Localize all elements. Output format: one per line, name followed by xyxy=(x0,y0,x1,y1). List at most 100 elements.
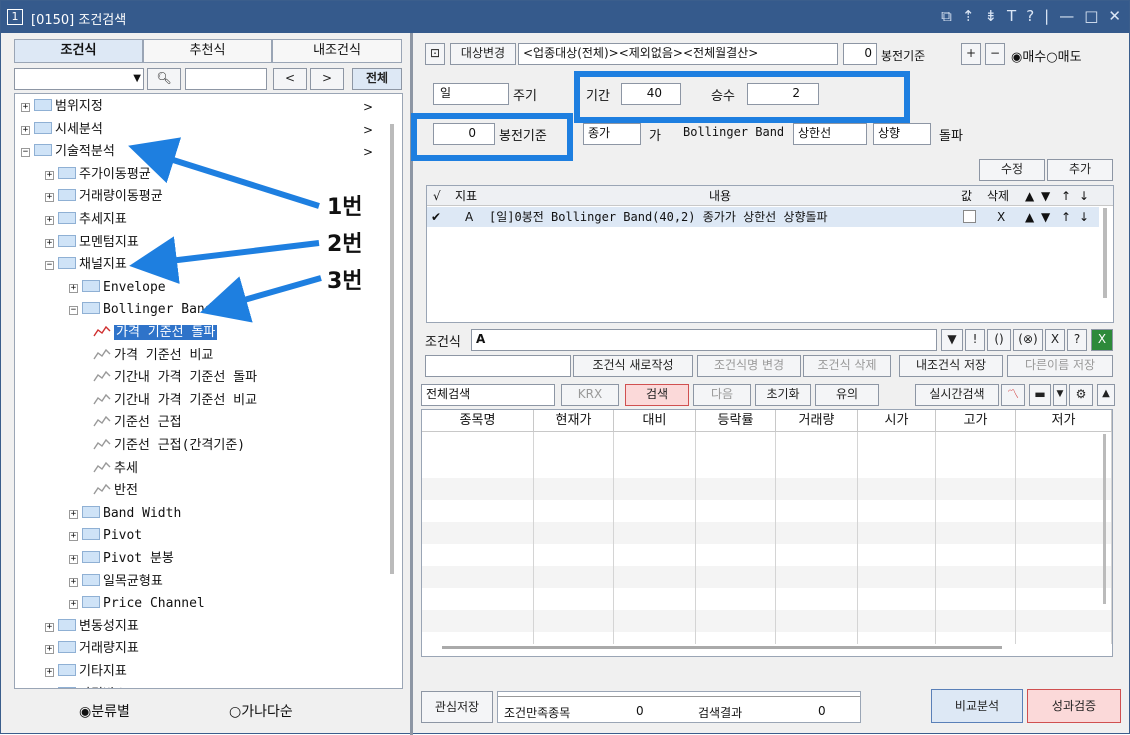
price-select[interactable]: 종가 xyxy=(583,123,641,145)
tree-item[interactable]: − 기술적분석 xyxy=(21,141,115,163)
result-column-header[interactable]: 종목명 xyxy=(422,410,534,432)
tree-item[interactable]: + Price Channel xyxy=(69,593,205,615)
restore-icon[interactable]: ⧉ xyxy=(941,7,952,25)
radio-category[interactable]: ◉분류별 xyxy=(79,701,130,721)
result-hscrollbar[interactable] xyxy=(442,646,1002,649)
collapse-icon[interactable]: − xyxy=(45,261,54,271)
tree-item[interactable]: + 추세지표 xyxy=(45,209,127,231)
expand-icon[interactable]: + xyxy=(69,555,78,564)
expand-icon[interactable]: + xyxy=(69,577,78,587)
result-vscrollbar[interactable] xyxy=(1103,434,1106,604)
chevron-right-icon[interactable]: > xyxy=(363,119,373,141)
notice-button[interactable]: 유의 xyxy=(815,384,879,406)
expand-icon[interactable]: + xyxy=(21,125,30,135)
tree-item[interactable]: +가격박스 xyxy=(45,684,127,688)
result-column-header[interactable]: 저가 xyxy=(1016,410,1112,432)
rename-formula-button[interactable]: 조건식명 변경 xyxy=(697,355,801,377)
expand-icon[interactable]: + xyxy=(69,600,78,610)
save-my-condition-button[interactable]: 내조건식 저장 xyxy=(899,355,1003,377)
row-top[interactable]: ↑ xyxy=(1061,207,1071,227)
target-field[interactable]: <업종대상(전체)><제외없음><전체월결산> xyxy=(518,43,838,65)
tree-item[interactable]: 가격 기준선 돌파 xyxy=(93,322,218,344)
line-select[interactable]: 상한선 xyxy=(793,123,867,145)
tree-item[interactable]: + 일목균형표 xyxy=(69,571,163,593)
formula-op-not[interactable]: ! xyxy=(965,329,985,351)
days-input[interactable]: 40 xyxy=(621,83,681,105)
tree-item[interactable]: 기간내 가격 기준선 돌파 xyxy=(93,367,257,389)
tree-item[interactable]: + 거래량이동평균 xyxy=(45,186,163,208)
row-down[interactable]: ▼ xyxy=(1041,207,1050,227)
help-icon[interactable]: ? xyxy=(1026,7,1034,25)
condition-tree[interactable]: + 범위지정 > + 시세분석 > − 기술적분석 > + 주가이동평균 + 거래량이동평균 + 추세지표 +… xyxy=(14,93,403,689)
expand-icon[interactable]: + xyxy=(45,216,54,225)
all-button[interactable]: 전체 xyxy=(352,68,402,90)
candle-offset-input[interactable]: 0 xyxy=(843,43,877,65)
tree-item[interactable]: + 기타지표 xyxy=(45,661,127,683)
performance-verify-button[interactable]: 성과검증 xyxy=(1027,689,1121,723)
table-row[interactable]: ✔ A [일]0봉전 Bollinger Band(40,2) 종가가 상한선 … xyxy=(427,207,1099,227)
tree-item[interactable]: 가격 기준선 비교 xyxy=(93,345,213,367)
expand-icon[interactable]: + xyxy=(45,193,54,203)
add-button[interactable]: 추가 xyxy=(1047,159,1113,181)
result-column-header[interactable]: 등락률 xyxy=(696,410,776,432)
tree-item[interactable]: + 범위지정 xyxy=(21,96,103,118)
tree-item[interactable]: 반전 xyxy=(93,480,138,502)
expand-icon[interactable]: + xyxy=(45,238,54,248)
new-formula-button[interactable]: 조건식 새로작성 xyxy=(573,355,693,377)
tree-item[interactable]: 기간내 가격 기준선 비교 xyxy=(93,390,257,412)
expand-icon[interactable]: + xyxy=(21,103,30,112)
pin2-icon[interactable]: ⇟ xyxy=(984,7,997,25)
chevron-down-icon[interactable]: ▼ xyxy=(1053,384,1067,406)
chevron-right-icon[interactable]: > xyxy=(363,141,373,163)
formula-op-help[interactable]: ? xyxy=(1067,329,1087,351)
tree-item[interactable]: + 모멘텀지표 xyxy=(45,232,139,254)
reset-button[interactable]: 초기화 xyxy=(755,384,811,406)
tab-condition[interactable]: 조건식 xyxy=(14,39,143,63)
result-column-header[interactable]: 현재가 xyxy=(534,410,614,432)
expand-icon[interactable]: + xyxy=(45,668,54,677)
tree-item[interactable]: 기준선 근접 xyxy=(93,412,182,434)
multiplier-input[interactable]: 2 xyxy=(747,83,819,105)
buy-sell-radios[interactable]: ◉매수○매도 xyxy=(1011,46,1082,65)
tree-item[interactable]: + 시세분석 xyxy=(21,119,103,141)
pin-icon[interactable]: ⇡ xyxy=(962,7,975,25)
radio-alphabetical[interactable]: ○가나다순 xyxy=(229,701,293,721)
category-combo[interactable]: ▼ xyxy=(14,68,144,90)
search-input[interactable] xyxy=(185,68,267,90)
row-delete[interactable]: X xyxy=(997,207,1005,227)
result-column-header[interactable]: 거래량 xyxy=(776,410,858,432)
result-column-header[interactable]: 시가 xyxy=(858,410,936,432)
tree-item[interactable]: 추세 xyxy=(93,458,138,480)
tab-recommended[interactable]: 추천식 xyxy=(143,39,272,63)
tree-item[interactable]: + Band Width xyxy=(69,503,181,525)
tree-item[interactable]: + Pivot 분봉 xyxy=(69,548,174,570)
plus-button[interactable]: + xyxy=(961,43,981,65)
save-interest-button[interactable]: 관심저장 xyxy=(421,691,493,723)
tree-item[interactable]: + 변동성지표 xyxy=(45,616,139,638)
formula-op-xor[interactable]: (⊗) xyxy=(1013,329,1043,351)
excel-icon[interactable]: X xyxy=(1091,329,1113,351)
change-target-button[interactable]: 대상변경 xyxy=(450,43,516,65)
search-run-button[interactable]: 검색 xyxy=(625,384,689,406)
tree-item[interactable]: + Envelope xyxy=(69,277,166,299)
formula-op-paren[interactable]: () xyxy=(987,329,1011,351)
tree-scrollbar[interactable] xyxy=(390,124,394,574)
row-up[interactable]: ▲ xyxy=(1025,207,1034,227)
krx-button[interactable]: KRX xyxy=(561,384,619,406)
minimize-icon[interactable]: — xyxy=(1059,7,1074,25)
realtime-search-button[interactable]: 실시간검색 xyxy=(915,384,999,406)
row-bottom[interactable]: ↓ xyxy=(1079,207,1089,227)
menu-icon[interactable]: ▬ xyxy=(1029,384,1051,406)
formula-input[interactable]: A xyxy=(471,329,937,351)
chevron-right-icon[interactable]: > xyxy=(363,96,373,118)
direction-select[interactable]: 상향 xyxy=(873,123,931,145)
row-checkbox[interactable]: ✔ xyxy=(431,207,441,227)
tree-item[interactable]: + Pivot xyxy=(69,525,142,547)
chart-icon[interactable]: 〽 xyxy=(1001,384,1025,406)
formula-op-x[interactable]: X xyxy=(1045,329,1065,351)
expand-icon[interactable]: + xyxy=(45,645,54,655)
result-column-header[interactable]: 대비 xyxy=(614,410,696,432)
next-button[interactable]: > xyxy=(310,68,344,90)
prev-button[interactable]: < xyxy=(273,68,307,90)
tree-item[interactable]: + 주가이동평균 xyxy=(45,164,151,186)
